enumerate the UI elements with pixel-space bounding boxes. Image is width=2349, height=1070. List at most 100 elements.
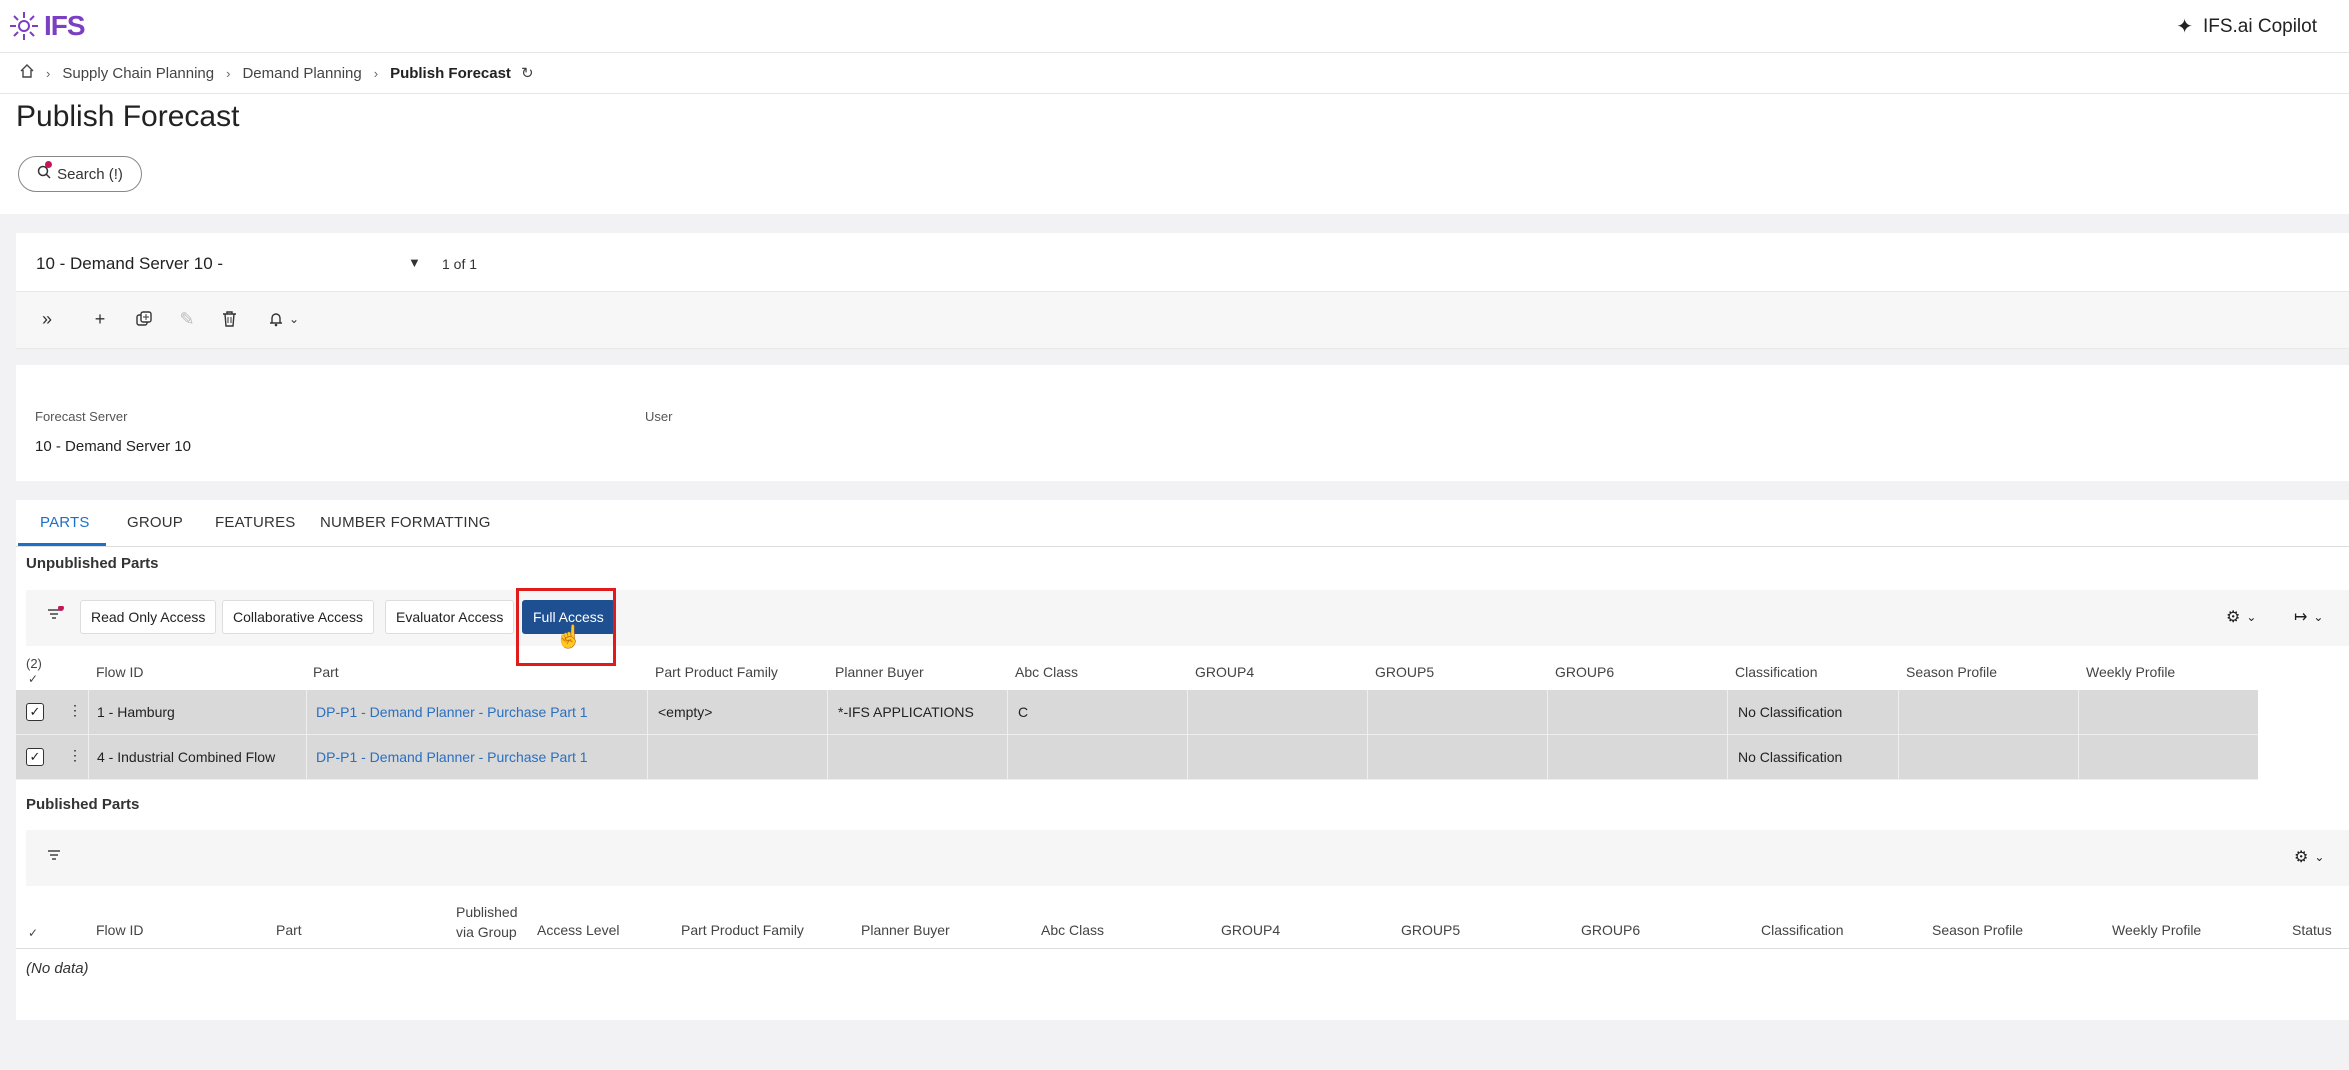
select-all-check-icon[interactable]: ✓ [28, 926, 38, 940]
breadcrumb-item-demand-planning[interactable]: Demand Planning [242, 65, 361, 82]
evaluator-access-button[interactable]: Evaluator Access [385, 600, 515, 634]
refresh-icon[interactable]: ↻ [521, 64, 534, 82]
column-group6[interactable]: GROUP6 [1581, 922, 1640, 938]
forecast-server-label: Forecast Server [35, 409, 128, 424]
chevron-down-icon: ⌄ [2313, 610, 2324, 624]
notification-bell-dropdown[interactable]: ⌄ [259, 306, 309, 332]
grid-settings-dropdown[interactable]: ⚙ ⌄ [2226, 607, 2256, 627]
column-group5[interactable]: GROUP5 [1375, 664, 1434, 680]
column-season-profile[interactable]: Season Profile [1906, 664, 1997, 680]
column-divider [827, 690, 828, 779]
gear-icon: ⚙ [2226, 609, 2241, 626]
chevron-down-icon: ⌄ [288, 312, 300, 326]
header-divider [16, 948, 2349, 949]
logo-text: IFS [44, 10, 86, 41]
column-classification[interactable]: Classification [1761, 922, 1843, 938]
filter-icon[interactable] [46, 848, 62, 867]
breadcrumb-item-publish-forecast: Publish Forecast [390, 64, 511, 82]
selected-count: (2) [26, 656, 42, 671]
record-selector-card [16, 233, 2349, 291]
record-selector-value[interactable]: 10 - Demand Server 10 - [36, 254, 223, 274]
column-divider [1727, 690, 1728, 779]
hand-cursor-icon: ☝ [555, 624, 583, 649]
column-planner-buyer[interactable]: Planner Buyer [861, 922, 950, 938]
unpublished-grid-toolbar [26, 590, 2349, 646]
column-planner-buyer[interactable]: Planner Buyer [835, 664, 924, 680]
column-group6[interactable]: GROUP6 [1555, 664, 1614, 680]
column-part-product-family[interactable]: Part Product Family [655, 664, 778, 680]
row-checkbox[interactable]: ✓ [26, 703, 44, 721]
tab-number-formatting[interactable]: NUMBER FORMATTING [320, 514, 491, 531]
duplicate-icon[interactable] [131, 306, 157, 332]
empty-state-text: (No data) [26, 960, 89, 977]
ifs-logo[interactable]: IFS [8, 10, 86, 42]
column-group5[interactable]: GROUP5 [1401, 922, 1460, 938]
grid-settings-dropdown[interactable]: ⚙ ⌄ [2294, 847, 2324, 867]
row-menu-icon[interactable]: ⋮ [68, 702, 82, 719]
tab-group[interactable]: GROUP [127, 514, 183, 531]
column-divider [1007, 690, 1008, 779]
detail-card [16, 365, 2349, 481]
cell-classification: No Classification [1738, 704, 1843, 720]
column-group4[interactable]: GROUP4 [1221, 922, 1280, 938]
unpublished-parts-title: Unpublished Parts [26, 555, 159, 572]
delete-trash-icon[interactable] [216, 306, 242, 332]
column-abc-class[interactable]: Abc Class [1015, 664, 1078, 680]
forecast-server-value: 10 - Demand Server 10 [35, 438, 191, 455]
column-part[interactable]: Part [276, 922, 302, 938]
cell-part-link[interactable]: DP-P1 - Demand Planner - Purchase Part 1 [316, 749, 588, 765]
chevron-down-icon: ⌄ [2314, 850, 2325, 864]
tab-features[interactable]: FEATURES [215, 514, 296, 531]
record-toolbar [16, 291, 2349, 349]
chevron-right-icon: › [373, 65, 379, 81]
column-access-level[interactable]: Access Level [537, 922, 619, 938]
collaborative-access-button[interactable]: Collaborative Access [222, 600, 374, 634]
search-button[interactable]: Search (!) [18, 156, 142, 192]
published-grid-toolbar [26, 830, 2349, 886]
home-icon[interactable] [20, 64, 34, 82]
breadcrumb: › Supply Chain Planning › Demand Plannin… [0, 53, 2349, 94]
cell-classification: No Classification [1738, 749, 1843, 765]
breadcrumb-item-supply-chain-planning[interactable]: Supply Chain Planning [62, 65, 214, 82]
row-menu-icon[interactable]: ⋮ [68, 747, 82, 764]
published-parts-title: Published Parts [26, 796, 140, 813]
page-header [0, 94, 2349, 214]
row-checkbox[interactable]: ✓ [26, 748, 44, 766]
column-published-via-group[interactable]: Published via Group [456, 902, 526, 942]
column-season-profile[interactable]: Season Profile [1932, 922, 2023, 938]
read-only-access-button[interactable]: Read Only Access [80, 600, 217, 634]
column-group4[interactable]: GROUP4 [1195, 664, 1254, 680]
select-all-check-icon[interactable]: ✓ [28, 672, 38, 686]
bell-icon [269, 312, 282, 326]
column-weekly-profile[interactable]: Weekly Profile [2112, 922, 2201, 938]
column-divider [647, 690, 648, 779]
column-divider [1367, 690, 1368, 779]
column-divider [2078, 690, 2079, 779]
column-abc-class[interactable]: Abc Class [1041, 922, 1104, 938]
column-divider [306, 690, 307, 779]
chevron-down-icon: ⌄ [2246, 610, 2257, 624]
grid-export-dropdown[interactable]: ↦ ⌄ [2294, 607, 2323, 627]
add-icon[interactable]: + [87, 306, 113, 332]
sparkle-icon: ✦ [2176, 16, 2193, 38]
column-flow-id[interactable]: Flow ID [96, 664, 143, 680]
cell-abc-class: C [1018, 704, 1029, 720]
caret-down-icon[interactable]: ▼ [408, 255, 421, 270]
column-divider [1187, 690, 1188, 779]
filter-icon[interactable] [46, 605, 64, 627]
record-count: 1 of 1 [442, 256, 478, 272]
copilot-label: IFS.ai Copilot [2202, 15, 2317, 37]
column-flow-id[interactable]: Flow ID [96, 922, 143, 938]
column-classification[interactable]: Classification [1735, 664, 1817, 680]
column-part[interactable]: Part [313, 664, 339, 680]
search-alert-dot [45, 161, 53, 168]
column-divider [88, 690, 89, 779]
tab-parts[interactable]: PARTS [40, 514, 90, 531]
column-part-product-family[interactable]: Part Product Family [681, 922, 804, 938]
cell-part-link[interactable]: DP-P1 - Demand Planner - Purchase Part 1 [316, 704, 588, 720]
gear-icon: ⚙ [2294, 849, 2309, 866]
expand-double-chevron-icon[interactable]: » [34, 306, 60, 332]
copilot-button[interactable]: ✦ IFS.ai Copilot [2176, 14, 2317, 39]
column-weekly-profile[interactable]: Weekly Profile [2086, 664, 2175, 680]
column-status[interactable]: Status [2292, 922, 2332, 938]
